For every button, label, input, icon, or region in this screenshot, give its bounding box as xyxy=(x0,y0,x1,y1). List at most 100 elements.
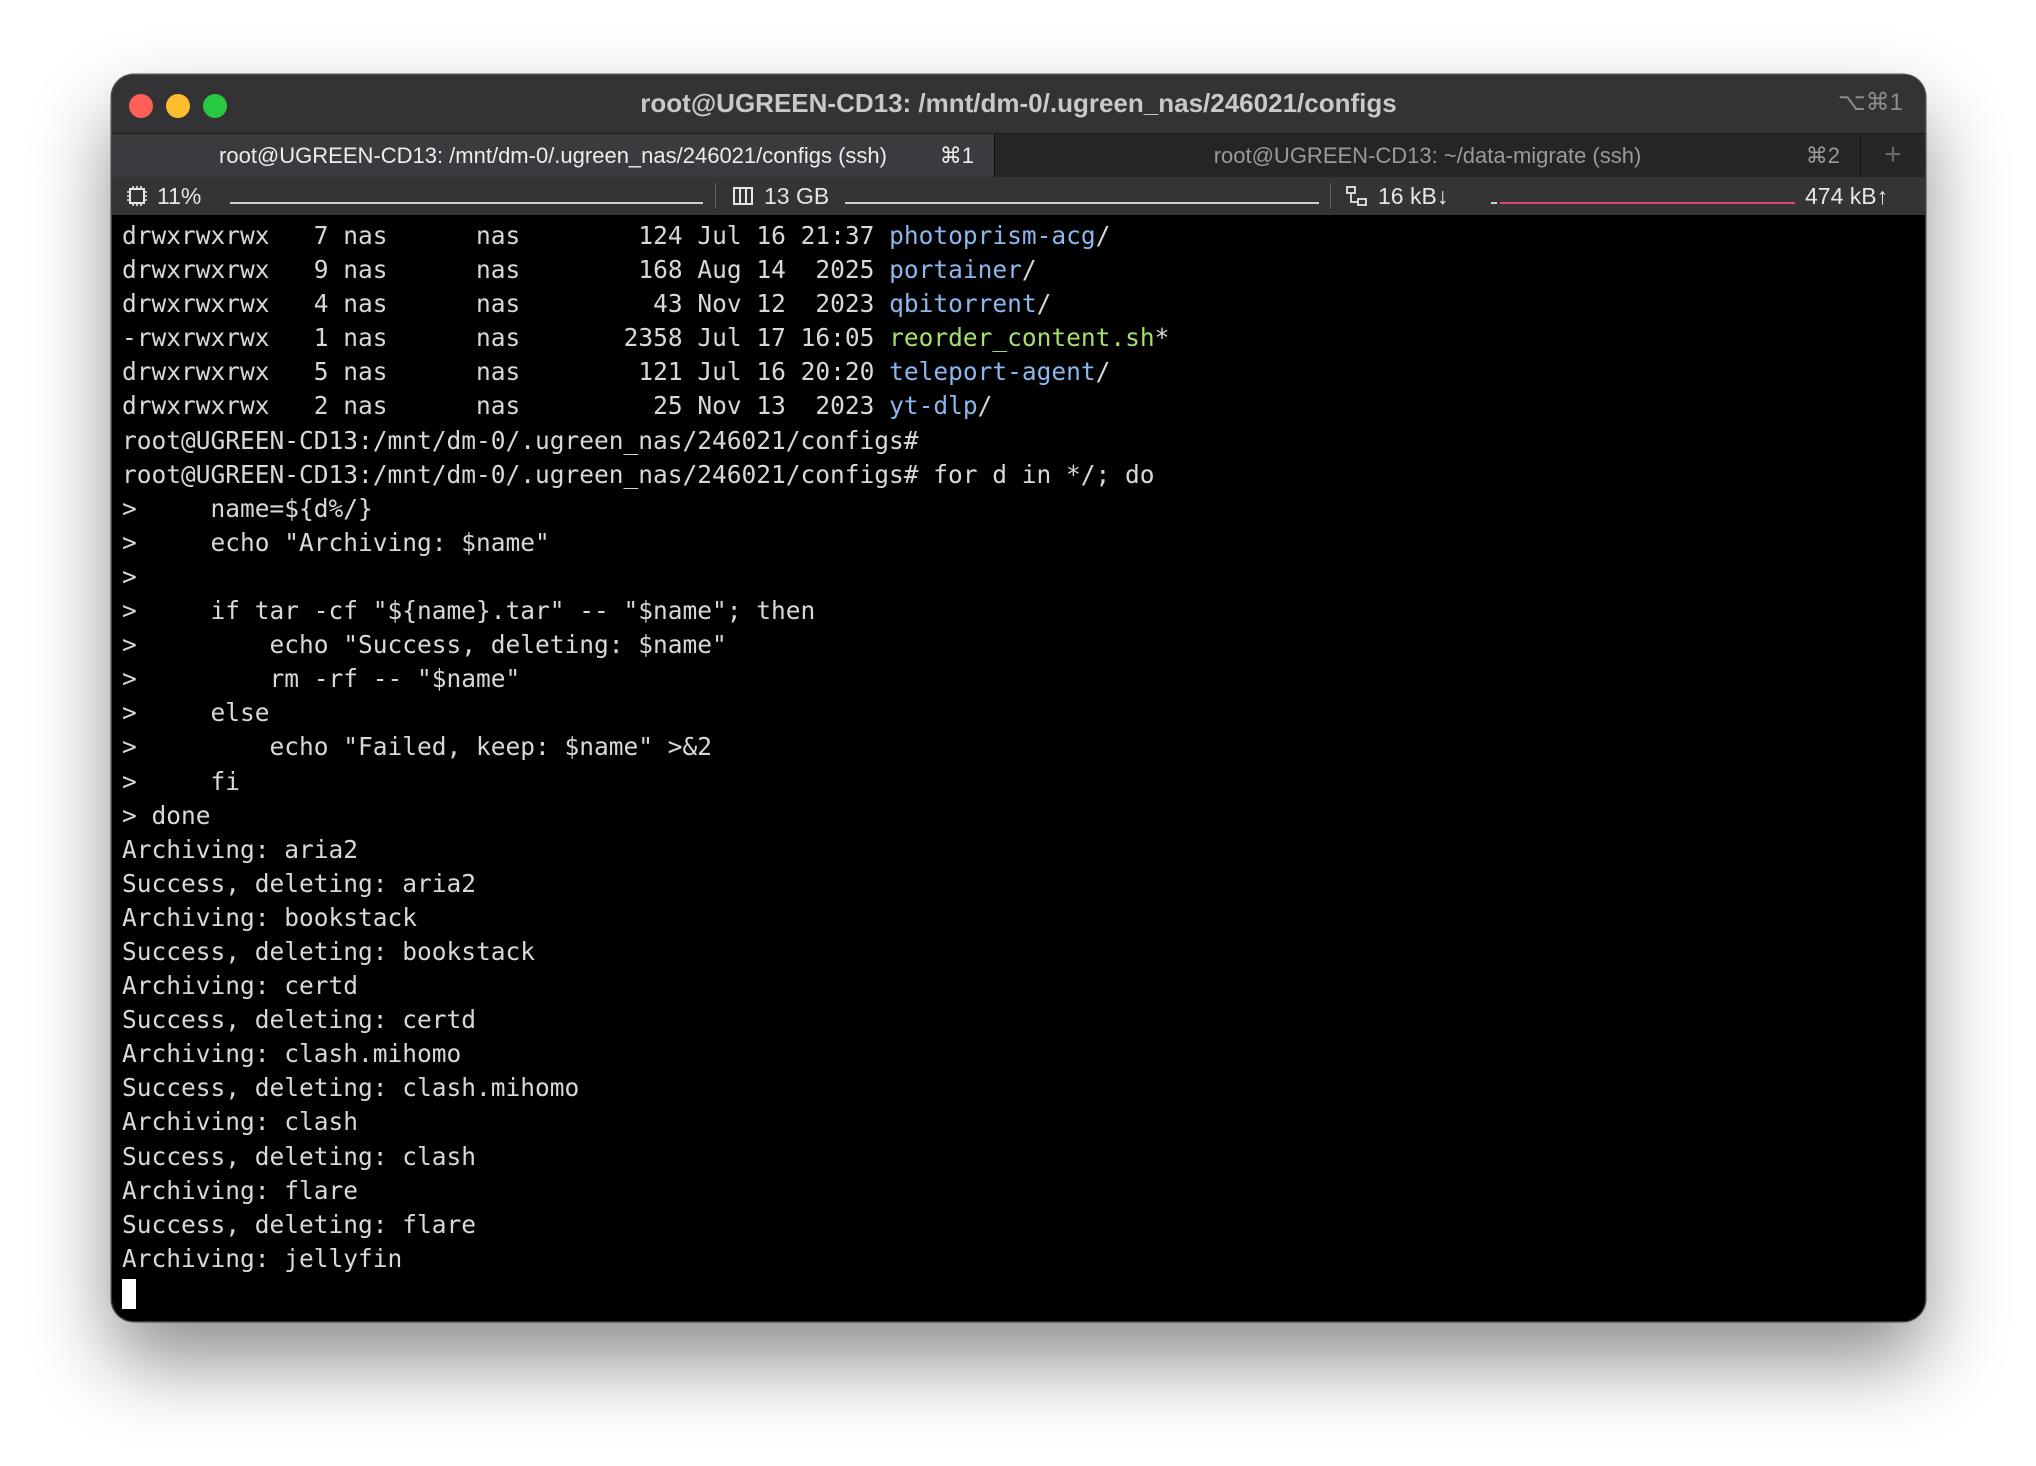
output-line: Success, deleting: aria2 xyxy=(122,868,477,898)
file-owner: nas xyxy=(343,357,477,387)
network-down-graph xyxy=(1491,202,1497,204)
file-name: yt-dlp xyxy=(889,391,978,421)
output-line: Success, deleting: clash xyxy=(122,1141,477,1171)
file-type-suffix: / xyxy=(1036,289,1052,319)
file-date: Jul 17 16:05 xyxy=(697,323,890,353)
terminal-content[interactable]: drwxrwxrwx 7 nas nas 124 Jul 16 21:37 ph… xyxy=(112,215,1925,1321)
output-line: > name=${d%/} xyxy=(122,493,373,523)
cpu-graph xyxy=(230,202,703,204)
network-upload: 474 kB↑ xyxy=(1805,183,1889,209)
status-divider xyxy=(715,183,716,209)
prompt-line[interactable] xyxy=(122,1276,1169,1310)
file-size: 124 xyxy=(594,221,698,250)
plus-icon: + xyxy=(1884,138,1902,171)
file-date: Nov 13 2023 xyxy=(697,391,890,421)
output-line: Archiving: flare xyxy=(122,1175,359,1205)
output-line: > rm -rf -- "$name" xyxy=(122,664,521,694)
output-line: root@UGREEN-CD13:/mnt/dm-0/.ugreen_nas/2… xyxy=(122,425,919,455)
file-permissions: -rwxrwxrwx xyxy=(122,323,285,353)
file-date: Aug 14 2025 xyxy=(697,255,890,285)
file-group: nas xyxy=(476,391,595,421)
output-line: Archiving: bookstack xyxy=(122,902,418,932)
file-owner: nas xyxy=(343,323,477,353)
file-owner: nas xyxy=(343,221,477,250)
output-line: > else xyxy=(122,698,270,728)
file-group: nas xyxy=(476,255,595,285)
file-link-count: 9 xyxy=(284,255,344,285)
file-type-suffix: / xyxy=(1095,357,1111,387)
tab-label: root@UGREEN-CD13: ~/data-migrate (ssh) xyxy=(1213,143,1642,168)
file-date: Jul 16 20:20 xyxy=(697,357,890,387)
terminal-output: drwxrwxrwx 7 nas nas 124 Jul 16 21:37 ph… xyxy=(122,219,1169,1310)
output-line: Success, deleting: bookstack xyxy=(122,936,536,966)
file-name: portainer xyxy=(889,255,1022,285)
listing-row: drwxrwxrwx 9 nas nas 168 Aug 14 2025 por… xyxy=(122,253,1169,287)
status-bar: 11% 13 GB 16 kB↓ 474 kB↑ xyxy=(112,177,1925,216)
output-line: Success, deleting: certd xyxy=(122,1005,477,1035)
output-line: > xyxy=(122,561,137,591)
file-group: nas xyxy=(476,289,595,319)
file-owner: nas xyxy=(343,289,477,319)
file-name: photoprism-acg xyxy=(889,221,1096,250)
tab-label: root@UGREEN-CD13: /mnt/dm-0/.ugreen_nas/… xyxy=(219,143,887,168)
output-line: Success, deleting: flare xyxy=(122,1209,477,1239)
file-owner: nas xyxy=(343,391,477,421)
file-type-suffix: / xyxy=(1021,255,1037,285)
output-line: Success, deleting: clash.mihomo xyxy=(122,1073,580,1103)
cpu-usage: 11% xyxy=(157,183,202,209)
status-divider xyxy=(1330,183,1331,209)
network-icon xyxy=(1346,186,1367,206)
network-up-graph xyxy=(1500,202,1795,204)
memory-usage: 13 GB xyxy=(764,183,830,209)
listing-row: drwxrwxrwx 4 nas nas 43 Nov 12 2023 qbit… xyxy=(122,287,1169,321)
file-size: 43 xyxy=(594,289,698,319)
output-line: Archiving: jellyfin xyxy=(122,1243,403,1273)
file-group: nas xyxy=(476,323,595,353)
file-date: Nov 12 2023 xyxy=(697,289,890,319)
file-link-count: 5 xyxy=(284,357,344,387)
file-type-suffix: * xyxy=(1154,323,1170,353)
output-line: > echo "Success, deleting: $name" xyxy=(122,630,727,660)
file-permissions: drwxrwxrwx xyxy=(122,289,285,319)
output-line: > done xyxy=(122,800,211,830)
terminal-window: root@UGREEN-CD13: /mnt/dm-0/.ugreen_nas/… xyxy=(112,75,1925,1321)
tab-configs-ssh[interactable]: root@UGREEN-CD13: /mnt/dm-0/.ugreen_nas/… xyxy=(112,134,995,178)
file-link-count: 1 xyxy=(284,323,344,353)
file-name: teleport-agent xyxy=(889,357,1096,387)
memory-icon xyxy=(733,187,753,205)
file-size: 25 xyxy=(594,391,698,421)
tab-bar: root@UGREEN-CD13: /mnt/dm-0/.ugreen_nas/… xyxy=(112,133,1925,179)
file-date: Jul 16 21:37 xyxy=(697,221,890,250)
new-tab-button[interactable]: + xyxy=(1861,134,1925,178)
output-line: Archiving: clash xyxy=(122,1107,359,1137)
window-shortcut: ⌥⌘1 xyxy=(1837,89,1903,116)
cpu-icon xyxy=(127,186,147,206)
file-group: nas xyxy=(476,221,595,250)
file-link-count: 4 xyxy=(284,289,344,319)
text-cursor xyxy=(122,1278,136,1309)
file-permissions: drwxrwxrwx xyxy=(122,255,285,285)
file-name: reorder_content.sh xyxy=(889,323,1155,353)
output-line: Archiving: clash.mihomo xyxy=(122,1039,462,1069)
tab-shortcut: ⌘1 xyxy=(939,143,974,168)
file-size: 121 xyxy=(594,357,698,387)
output-line: root@UGREEN-CD13:/mnt/dm-0/.ugreen_nas/2… xyxy=(122,459,1155,489)
file-link-count: 2 xyxy=(284,391,344,421)
file-permissions: drwxrwxrwx xyxy=(122,357,285,387)
title-bar[interactable]: root@UGREEN-CD13: /mnt/dm-0/.ugreen_nas/… xyxy=(112,75,1925,133)
tab-data-migrate-ssh[interactable]: root@UGREEN-CD13: ~/data-migrate (ssh) ⌘… xyxy=(995,134,1861,178)
file-type-suffix: / xyxy=(1095,221,1111,250)
file-group: nas xyxy=(476,357,595,387)
file-permissions: drwxrwxrwx xyxy=(122,391,285,421)
output-line: Archiving: aria2 xyxy=(122,834,359,864)
file-size: 2358 xyxy=(594,323,698,353)
output-line: > echo "Archiving: $name" xyxy=(122,527,550,557)
window-title: root@UGREEN-CD13: /mnt/dm-0/.ugreen_nas/… xyxy=(640,88,1397,118)
file-owner: nas xyxy=(343,255,477,285)
output-line: > fi xyxy=(122,766,241,796)
file-name: qbitorrent xyxy=(889,289,1037,319)
file-link-count: 7 xyxy=(284,221,344,250)
listing-row: -rwxrwxrwx 1 nas nas 2358 Jul 17 16:05 r… xyxy=(122,321,1169,355)
listing-row: drwxrwxrwx 2 nas nas 25 Nov 13 2023 yt-d… xyxy=(122,389,1169,423)
output-line: > echo "Failed, keep: $name" >&2 xyxy=(122,732,713,762)
